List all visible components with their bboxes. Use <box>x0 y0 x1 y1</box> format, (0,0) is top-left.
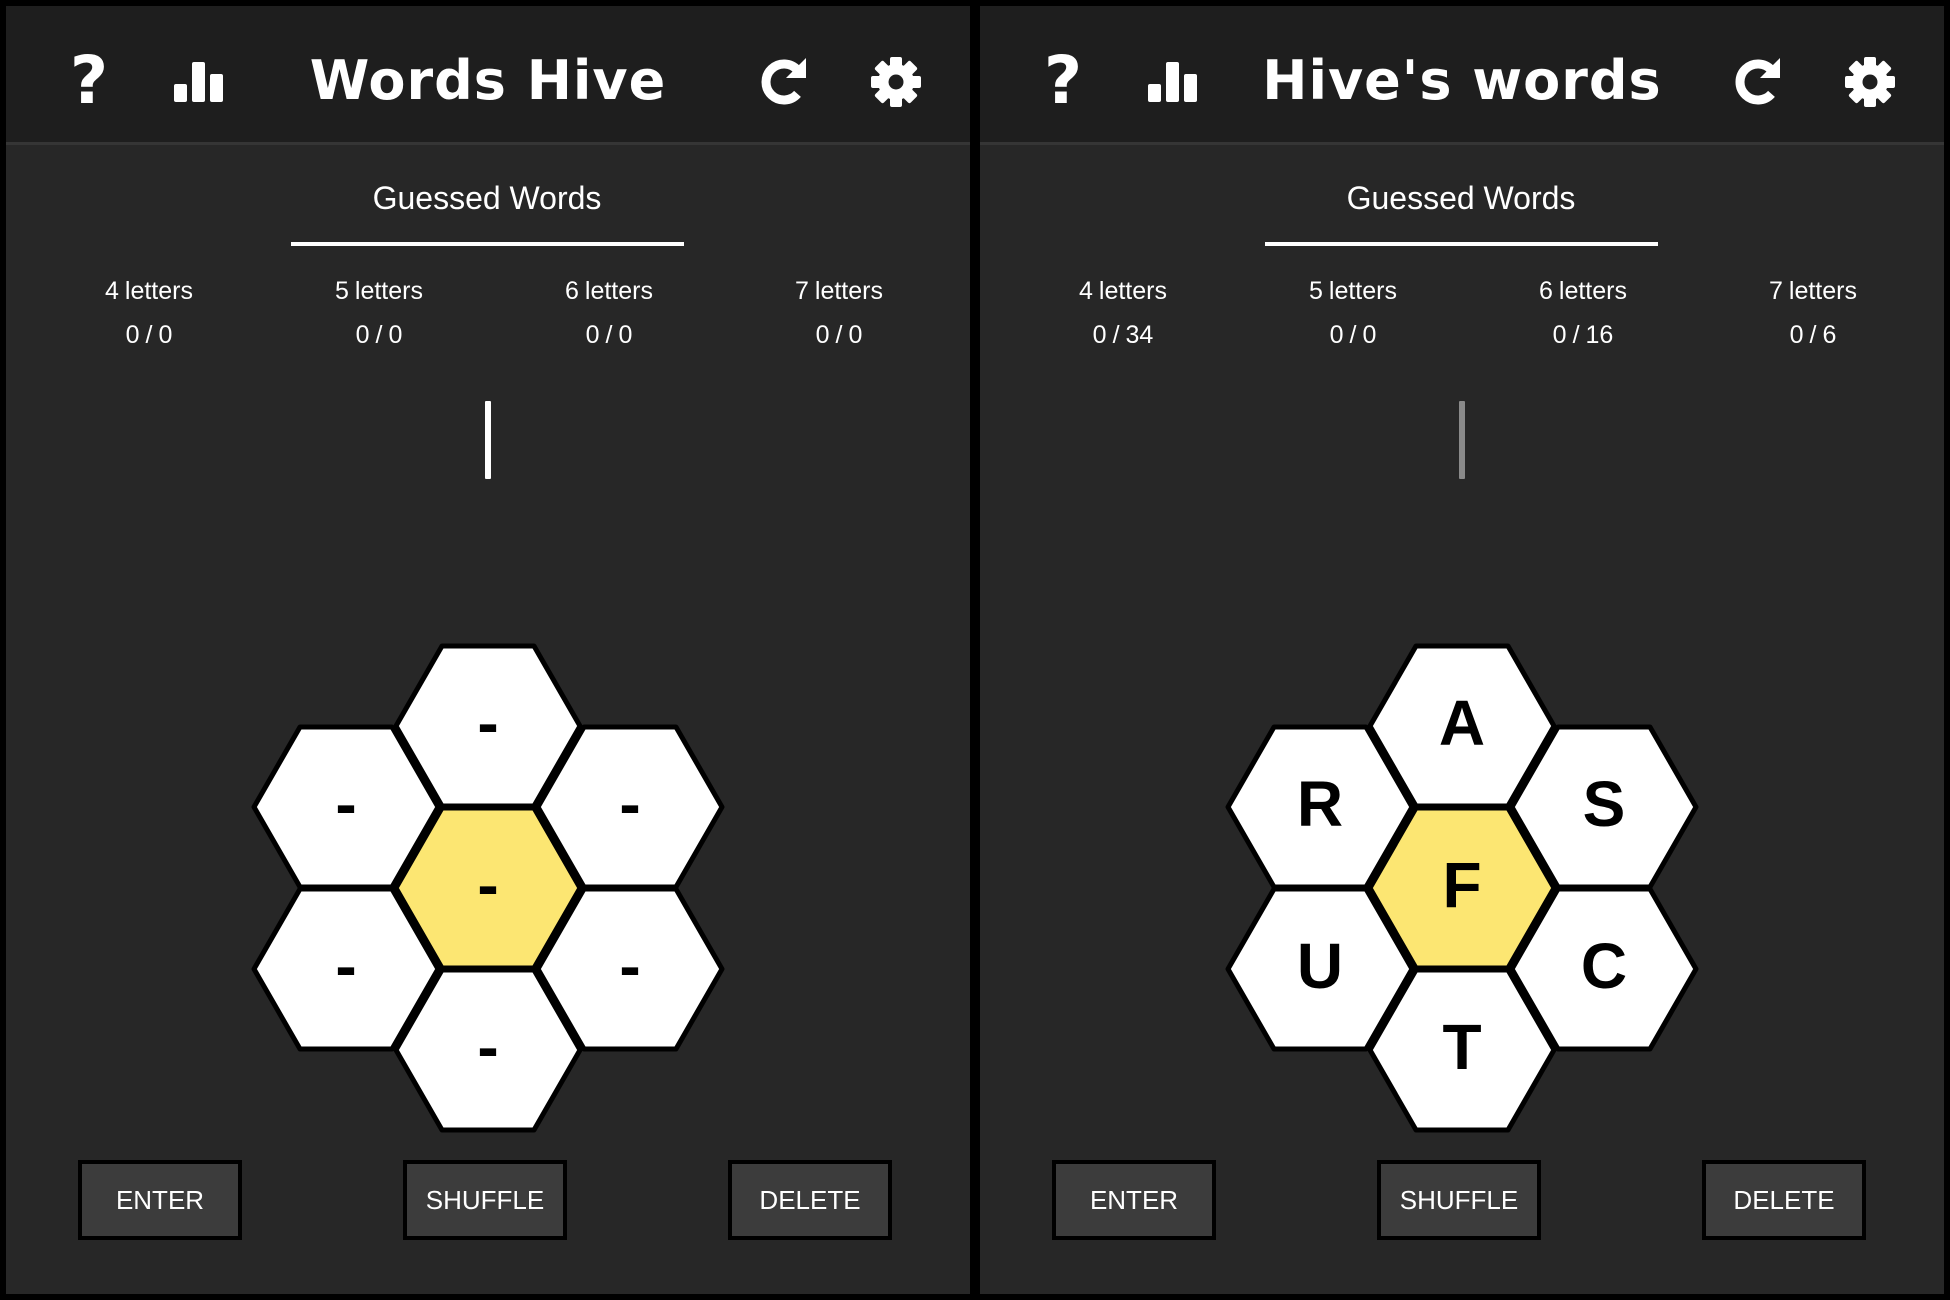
counter-separator: / <box>1112 321 1120 349</box>
counter-separator: / <box>835 321 843 349</box>
counter-found: 0 <box>125 321 140 349</box>
counter-separator: / <box>1572 321 1580 349</box>
counter-total: 0 <box>1362 321 1377 349</box>
refresh-icon[interactable] <box>756 54 812 110</box>
refresh-icon[interactable] <box>1730 54 1786 110</box>
counter-unit: letters <box>354 277 423 305</box>
hive-letter-upper-left: R <box>1297 768 1343 840</box>
delete-button[interactable]: DELETE <box>728 1160 892 1240</box>
counter-length: 6 <box>1539 277 1553 305</box>
counter-5-letters: 5 letters 0/0 <box>279 274 479 352</box>
counter-6-letters: 6 letters 0/16 <box>1483 274 1683 352</box>
counter-length: 6 <box>565 277 579 305</box>
counter-unit: letters <box>1788 277 1857 305</box>
top-bar: ? Hive's words <box>980 6 1944 145</box>
counter-length: 7 <box>795 277 809 305</box>
hive-letter-upper-right: S <box>1583 768 1626 840</box>
letter-hive: F A S C T U R <box>1225 643 1699 1133</box>
counter-total: 0 <box>848 321 863 349</box>
hive-letter-bottom: - <box>477 1011 498 1083</box>
enter-button[interactable]: ENTER <box>1052 1160 1216 1240</box>
counter-total: 0 <box>618 321 633 349</box>
letter-hive: - - - - - - - <box>251 643 725 1133</box>
counter-4-letters: 4 letters 0/0 <box>49 274 249 352</box>
counter-4-letters: 4 letters 0/34 <box>1023 274 1223 352</box>
counter-total: 0 <box>158 321 173 349</box>
help-icon[interactable]: ? <box>64 46 114 116</box>
counter-total: 34 <box>1125 321 1154 349</box>
counter-6-letters: 6 letters 0/0 <box>509 274 709 352</box>
counter-found: 0 <box>355 321 370 349</box>
shuffle-button[interactable]: SHUFFLE <box>1377 1160 1541 1240</box>
counter-unit: letters <box>1328 277 1397 305</box>
counter-separator: / <box>375 321 383 349</box>
hive-letter-center: F <box>1442 849 1481 921</box>
delete-button[interactable]: DELETE <box>1702 1160 1866 1240</box>
app-title: Hive's words <box>1262 49 1662 112</box>
counter-length: 5 <box>335 277 349 305</box>
gear-icon[interactable] <box>868 54 924 110</box>
gear-icon[interactable] <box>1842 54 1898 110</box>
counter-found: 0 <box>1552 321 1567 349</box>
hive-letter-lower-left: U <box>1297 930 1343 1002</box>
counter-separator: / <box>145 321 153 349</box>
shuffle-button[interactable]: SHUFFLE <box>403 1160 567 1240</box>
hive-letter-top: - <box>477 687 498 759</box>
guessed-words-underline <box>1265 242 1658 246</box>
counter-found: 0 <box>585 321 600 349</box>
hive-letter-upper-right: - <box>619 768 640 840</box>
counter-length: 4 <box>1079 277 1093 305</box>
counter-7-letters: 7 letters 0/6 <box>1713 274 1913 352</box>
counter-separator: / <box>1349 321 1357 349</box>
counter-found: 0 <box>1329 321 1344 349</box>
hive-letter-center: - <box>477 849 498 921</box>
counter-unit: letters <box>124 277 193 305</box>
counter-unit: letters <box>1098 277 1167 305</box>
counter-total: 6 <box>1822 321 1837 349</box>
counter-unit: letters <box>814 277 883 305</box>
counter-unit: letters <box>1558 277 1627 305</box>
hive-letter-top: A <box>1439 687 1485 759</box>
counter-length: 4 <box>105 277 119 305</box>
guessed-words-underline <box>291 242 684 246</box>
top-bar: ? Words Hive <box>6 6 970 145</box>
hive-letter-lower-right: C <box>1581 930 1627 1002</box>
hive-letter-upper-left: - <box>335 768 356 840</box>
counter-found: 0 <box>1092 321 1107 349</box>
help-icon[interactable]: ? <box>1038 46 1088 116</box>
guessed-words-title[interactable]: Guessed Words <box>1261 178 1661 218</box>
counter-total: 0 <box>388 321 403 349</box>
counter-length: 7 <box>1769 277 1783 305</box>
hive-letter-bottom: T <box>1442 1011 1481 1083</box>
enter-button[interactable]: ENTER <box>78 1160 242 1240</box>
app-title: Words Hive <box>309 49 667 112</box>
hive-letter-lower-right: - <box>619 930 640 1002</box>
counter-separator: / <box>1809 321 1817 349</box>
counter-separator: / <box>605 321 613 349</box>
hive-letter-lower-left: - <box>335 930 356 1002</box>
text-cursor <box>485 401 491 479</box>
counter-unit: letters <box>584 277 653 305</box>
text-cursor <box>1459 401 1465 479</box>
counter-found: 0 <box>1789 321 1804 349</box>
counter-length: 5 <box>1309 277 1323 305</box>
counter-found: 0 <box>815 321 830 349</box>
counter-7-letters: 7 letters 0/0 <box>739 274 939 352</box>
counter-5-letters: 5 letters 0/0 <box>1253 274 1453 352</box>
game-screen-right: ? Hive's words Guessed Words 4 letters 0/… <box>980 6 1944 1294</box>
counter-total: 16 <box>1585 321 1614 349</box>
guessed-words-title[interactable]: Guessed Words <box>287 178 687 218</box>
game-screen-left: ? Words Hive Guessed Words 4 letters 0/0 … <box>6 6 970 1294</box>
